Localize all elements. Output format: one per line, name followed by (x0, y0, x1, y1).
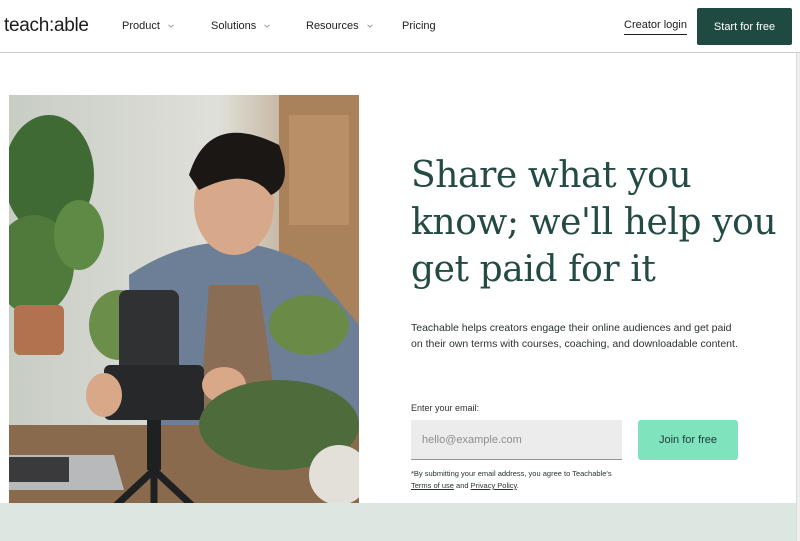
chevron-down-icon (366, 24, 373, 28)
teachable-logo[interactable]: teach:able (4, 15, 89, 37)
chevron-down-icon (168, 24, 174, 28)
legal-prefix: *By submitting your email address, you a… (411, 469, 612, 478)
site-header: teach:able Product Solutions Resources P… (0, 0, 800, 53)
email-input[interactable] (411, 420, 622, 460)
nav-product-label: Product (122, 20, 160, 32)
chevron-down-icon (264, 24, 270, 28)
start-for-free-button[interactable]: Start for free (697, 8, 792, 45)
nav-resources-label: Resources (306, 20, 359, 32)
nav-resources[interactable]: Resources (306, 20, 373, 32)
next-section-band (0, 503, 796, 541)
nav-pricing-label: Pricing (402, 20, 436, 32)
privacy-policy-link[interactable]: Privacy Policy (471, 481, 517, 490)
terms-of-use-link[interactable]: Terms of use (411, 481, 454, 490)
hero-headline: Share what you know; we'll help you get … (411, 155, 777, 290)
nav-solutions[interactable]: Solutions (211, 20, 270, 32)
legal-middle: and (453, 481, 471, 490)
creator-login-link[interactable]: Creator login (624, 19, 687, 35)
hero-photo (9, 95, 359, 512)
legal-notice: *By submitting your email address, you a… (411, 468, 631, 492)
nav-solutions-label: Solutions (211, 20, 257, 32)
scrollbar[interactable] (796, 53, 800, 541)
join-for-free-button[interactable]: Join for free (638, 420, 738, 460)
nav-product[interactable]: Product (122, 20, 174, 32)
hero-subtext: Teachable helps creators engage their on… (411, 322, 738, 350)
legal-suffix: . (516, 481, 519, 490)
nav-pricing[interactable]: Pricing (402, 20, 436, 32)
email-label: Enter your email: (411, 403, 480, 413)
